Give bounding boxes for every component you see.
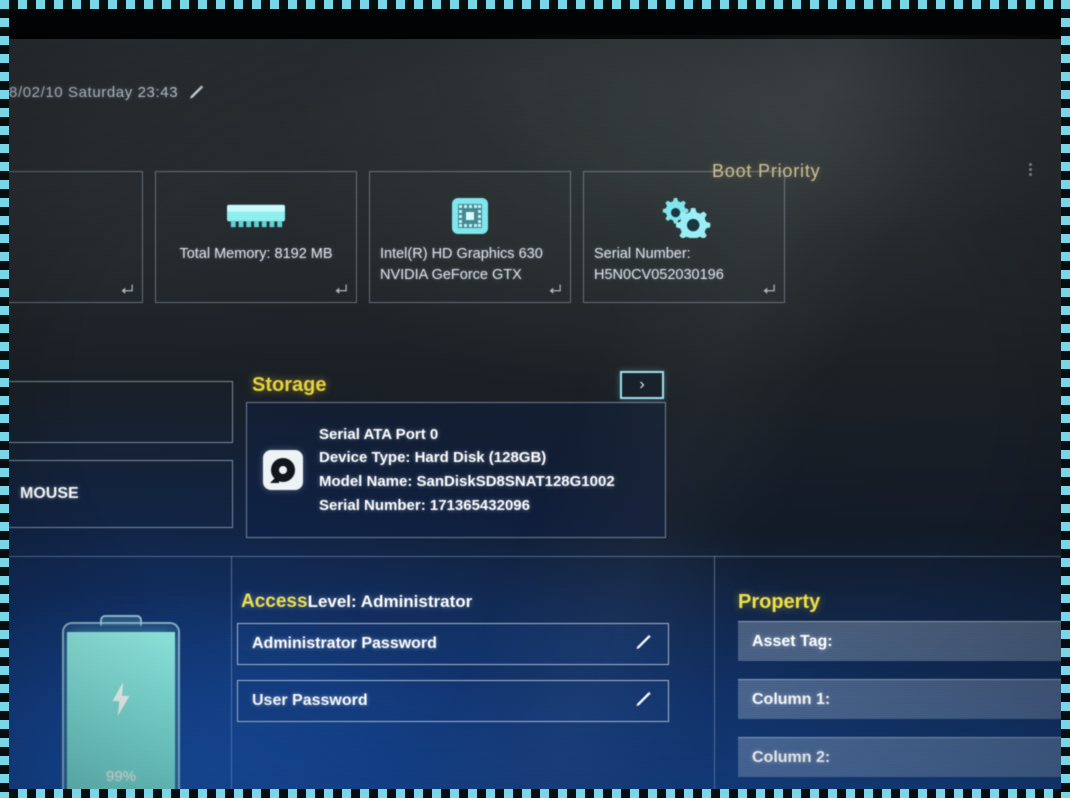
storage-line-model-name: Model Name: SanDiskSD8SNAT128G1002 (319, 473, 615, 490)
pencil-icon[interactable] (634, 689, 654, 714)
monitor-screen: 8/02/10 Saturday 23:43 Boot Priority Tot… (9, 9, 1061, 789)
frame-border-top (0, 0, 1070, 9)
property-row-column-2[interactable]: Column 2: (738, 737, 1061, 777)
system-info-cards: 0 (9, 171, 785, 303)
lightning-bolt-icon (112, 682, 130, 716)
gears-icon (657, 188, 711, 244)
property-row-label: Column 2: (752, 748, 831, 766)
storage-line-serial-number: Serial Number: 171365432096 (319, 496, 530, 514)
graphics-card-line2: NVIDIA GeForce GTX (380, 267, 522, 284)
kebab-menu-icon[interactable] (1029, 163, 1032, 176)
administrator-password-label: Administrator Password (252, 635, 437, 652)
storage-header: Storage › (252, 371, 664, 399)
side-box-mouse[interactable]: MOUSE (9, 460, 233, 528)
divider-vertical-left (231, 556, 232, 789)
photo-frame: 8/02/10 Saturday 23:43 Boot Priority Tot… (0, 0, 1070, 798)
storage-line-port: Serial ATA Port 0 (319, 425, 439, 443)
cpu-chip-icon (450, 188, 490, 244)
battery-status-indicator[interactable]: 99% Primary (62, 615, 180, 789)
side-box-0[interactable] (9, 381, 233, 443)
storage-next-button[interactable]: › (620, 371, 664, 399)
frame-border-left (0, 0, 9, 798)
administrator-password-field[interactable]: Administrator Password (237, 623, 669, 665)
property-row-asset-tag[interactable]: Asset Tag: (738, 621, 1061, 661)
memory-card-text: Total Memory: 8192 MB (179, 246, 333, 262)
battery-label: Primary (95, 787, 147, 789)
enter-key-icon (763, 284, 775, 294)
serial-number-value: H5N0CV052030196 (594, 267, 724, 284)
storage-device-card[interactable]: Serial ATA Port 0 Device Type: Hard Disk… (246, 402, 666, 538)
access-level-value: Level: Administrator (307, 592, 473, 611)
memory-module-icon (225, 188, 287, 244)
storage-device-details: Serial ATA Port 0 Device Type: Hard Disk… (319, 423, 615, 518)
property-title: Property (738, 591, 821, 613)
serial-number-label: Serial Number: (594, 246, 691, 262)
property-row-label: Asset Tag: (752, 632, 833, 650)
property-row-label: Column 1: (752, 690, 831, 708)
battery-body: 99% Primary (62, 622, 180, 789)
screen-letterbox (9, 9, 1061, 39)
battery-percent: 99% (105, 768, 137, 785)
info-card-serial-number[interactable]: Serial Number: H5N0CV052030196 (583, 171, 785, 303)
divider-vertical (714, 556, 715, 789)
partial-card-line1: 0 (9, 244, 142, 265)
storage-line-device-type: Device Type: Hard Disk (128GB) (319, 449, 547, 467)
enter-key-icon (121, 284, 133, 294)
datetime-text: 8/02/10 Saturday 23:43 (9, 83, 179, 101)
storage-title: Storage (252, 373, 327, 396)
property-row-column-1[interactable]: Column 1: (738, 679, 1061, 719)
side-box-1-label: MOUSE (20, 485, 79, 502)
access-level-title: AccessLevel: Administrator (241, 591, 472, 613)
user-password-label: User Password (252, 692, 368, 709)
info-card-partial[interactable]: 0 (9, 171, 143, 303)
info-card-graphics[interactable]: Intel(R) HD Graphics 630 NVIDIA GeForce … (369, 171, 571, 303)
enter-key-icon (549, 284, 561, 294)
hard-disk-icon (263, 450, 303, 490)
enter-key-icon (335, 284, 347, 294)
user-password-field[interactable]: User Password (237, 680, 669, 722)
graphics-card-line1: Intel(R) HD Graphics 630 (380, 246, 543, 262)
pencil-icon[interactable] (188, 83, 206, 101)
frame-border-bottom (0, 789, 1070, 798)
divider-horizontal (9, 556, 1061, 557)
bios-setup-screen: 8/02/10 Saturday 23:43 Boot Priority Tot… (9, 35, 1061, 789)
pencil-icon[interactable] (634, 632, 654, 657)
info-card-memory[interactable]: Total Memory: 8192 MB (155, 171, 357, 303)
frame-border-right (1061, 0, 1070, 798)
access-keyword: Access (241, 591, 308, 612)
system-datetime: 8/02/10 Saturday 23:43 (9, 83, 206, 101)
